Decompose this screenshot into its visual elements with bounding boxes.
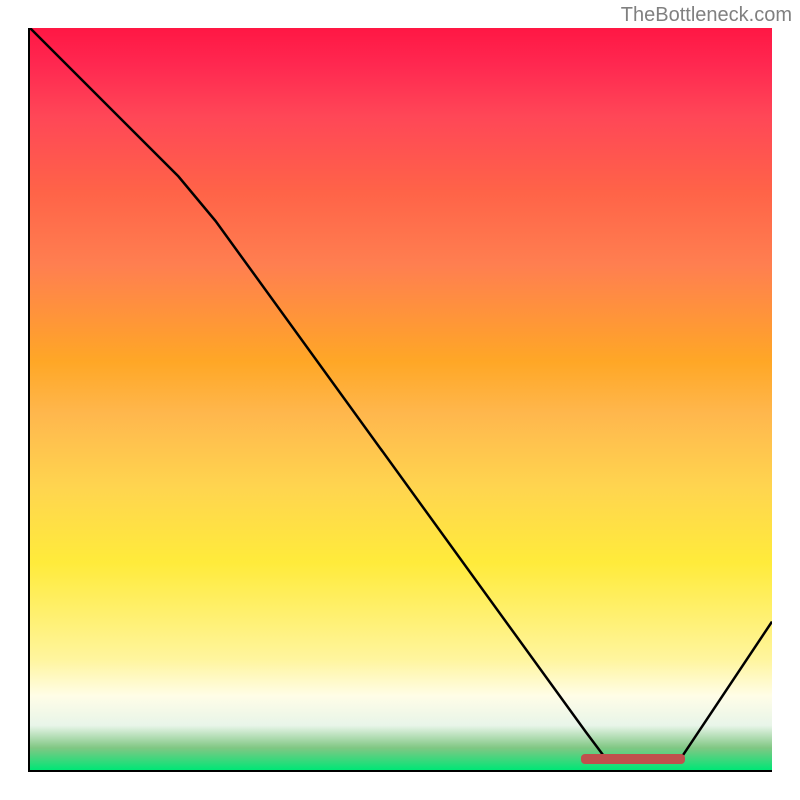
chart-area [28, 28, 772, 772]
optimal-range-marker [581, 754, 685, 764]
watermark-text: TheBottleneck.com [621, 4, 792, 27]
bottleneck-curve [30, 28, 772, 770]
